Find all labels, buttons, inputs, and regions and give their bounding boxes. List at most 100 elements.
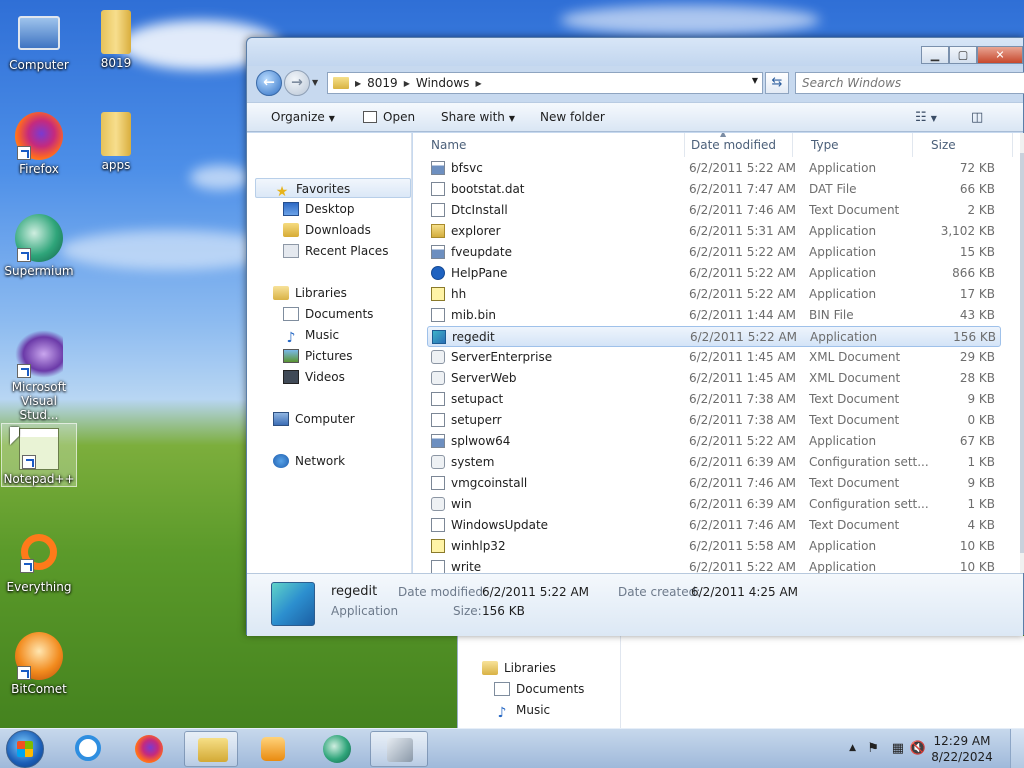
file-row[interactable]: ServerEnterprise 6/2/2011 1:45 AM XML Docu… — [427, 347, 1001, 368]
maximize-button[interactable]: ▢ — [949, 46, 977, 64]
show-hidden-icons-icon[interactable]: ▲ — [849, 743, 856, 753]
file-row[interactable]: winhlp32 6/2/2011 5:58 AM Application 10 KB — [427, 536, 1001, 557]
background-explorer-window[interactable]: Libraries Documents ♪ Music — [457, 636, 1024, 728]
taskbar-internet-explorer[interactable] — [62, 731, 116, 767]
file-row[interactable]: mib.bin 6/2/2011 1:44 AM BIN File 43 KB — [427, 305, 1001, 326]
desktop-icon-apps[interactable]: apps — [78, 112, 154, 172]
background-nav-libraries[interactable]: Libraries — [482, 661, 556, 675]
file-name: setuperr — [451, 413, 502, 427]
desktop-icon-visual-studio[interactable]: Microsoft Visual Stud... — [1, 330, 77, 422]
file-row[interactable]: hh 6/2/2011 5:22 AM Application 17 KB — [427, 284, 1001, 305]
refresh-button[interactable]: ⇆ — [765, 72, 789, 94]
file-row[interactable]: ServerWeb 6/2/2011 1:45 AM XML Document 28 … — [427, 368, 1001, 389]
desktop-icon-supermium[interactable]: Supermium — [1, 214, 77, 278]
column-header-type[interactable]: Type — [793, 133, 913, 157]
file-type: Application — [809, 161, 877, 175]
file-row[interactable]: setupact 6/2/2011 7:38 AM Text Document 9 K… — [427, 389, 1001, 410]
visual-studio-icon — [15, 330, 63, 378]
address-dropdown-icon[interactable]: ▼ — [752, 76, 758, 85]
desktop-icon-8019[interactable]: 8019 — [78, 10, 154, 70]
background-nav-music[interactable]: ♪ Music — [494, 703, 551, 720]
nav-downloads[interactable]: Downloads — [283, 220, 371, 240]
file-row[interactable]: HelpPane 6/2/2011 5:22 AM Application 866 K… — [427, 263, 1001, 284]
nav-computer[interactable]: Computer — [273, 409, 355, 429]
column-header-name[interactable]: Name — [413, 133, 685, 157]
taskbar-windows-explorer[interactable] — [184, 731, 238, 767]
search-input[interactable] — [796, 73, 1024, 93]
nav-music[interactable]: ♪ Music — [283, 325, 340, 345]
breadcrumb-chevron-icon[interactable]: ▶ — [475, 79, 481, 88]
new-folder-button[interactable]: New folder — [540, 110, 605, 124]
breadcrumb-8019[interactable]: 8019 — [367, 76, 398, 90]
file-row[interactable]: splwow64 6/2/2011 5:22 AM Application 67 KB — [427, 431, 1001, 452]
file-row[interactable]: bootstat.dat 6/2/2011 7:47 AM DAT File 66 K… — [427, 179, 1001, 200]
system-clock[interactable]: 12:29 AM 8/22/2024 — [930, 733, 994, 765]
share-with-button[interactable]: Share with ▼ — [441, 110, 515, 124]
nav-videos[interactable]: Videos — [283, 367, 345, 387]
title-bar[interactable]: ▁ ▢ ✕ — [247, 38, 1023, 66]
breadcrumb-chevron-icon[interactable]: ▶ — [404, 79, 410, 88]
forward-button[interactable]: → — [284, 70, 310, 96]
start-button[interactable] — [6, 730, 44, 768]
nav-documents[interactable]: Documents — [283, 304, 373, 324]
file-row[interactable]: vmgcoinstall 6/2/2011 7:46 AM Text Documen… — [427, 473, 1001, 494]
recent-pages-dropdown-icon[interactable]: ▼ — [312, 78, 318, 87]
desktop-icon-bitcomet[interactable]: BitComet — [1, 632, 77, 696]
taskbar-supermium[interactable] — [310, 731, 364, 767]
explorer-window[interactable]: ▁ ▢ ✕ ← → ▼ ▶ 8019 ▶ Windows ▶ ▼ ⇆ Organ… — [246, 37, 1024, 636]
file-type: Text Document — [809, 203, 900, 217]
action-center-flag-icon[interactable]: ⚑ — [867, 741, 879, 756]
file-row[interactable]: fveupdate 6/2/2011 5:22 AM Application 15 K… — [427, 242, 1001, 263]
show-desktop-button[interactable] — [1010, 729, 1024, 768]
nav-network[interactable]: Network — [273, 451, 345, 471]
cfg-file-icon — [431, 455, 445, 469]
close-button[interactable]: ✕ — [977, 46, 1023, 64]
cfg-file-icon — [431, 350, 445, 364]
nav-recent-places[interactable]: Recent Places — [283, 241, 388, 261]
breadcrumb-chevron-icon[interactable]: ▶ — [355, 79, 361, 88]
nav-libraries[interactable]: Libraries — [273, 283, 347, 303]
volume-muted-icon[interactable]: 🔇 — [910, 741, 926, 756]
scrollbar-thumb[interactable] — [1020, 153, 1024, 553]
network-tray-icon[interactable]: ▦ — [892, 741, 904, 756]
file-row[interactable]: win 6/2/2011 6:39 AM Configuration sett...… — [427, 494, 1001, 515]
file-row[interactable]: write 6/2/2011 5:22 AM Application 10 KB — [427, 557, 1001, 573]
open-button[interactable]: Open — [363, 110, 415, 124]
shortcut-arrow-icon — [22, 455, 36, 469]
file-row[interactable]: explorer 6/2/2011 5:31 AM Application 3,102… — [427, 221, 1001, 242]
minimize-button[interactable]: ▁ — [921, 46, 949, 64]
address-bar[interactable]: ▶ 8019 ▶ Windows ▶ ▼ — [327, 72, 763, 94]
file-row[interactable]: WindowsUpdate 6/2/2011 7:46 AM Text Docume… — [427, 515, 1001, 536]
vertical-scrollbar[interactable] — [1020, 133, 1024, 573]
column-header-size[interactable]: Size — [913, 133, 1013, 157]
nav-pictures[interactable]: Pictures — [283, 346, 353, 366]
file-size: 29 KB — [959, 350, 995, 364]
file-name: win — [451, 497, 472, 511]
taskbar-firefox[interactable] — [122, 731, 176, 767]
desktop-icon-computer[interactable]: Computer — [1, 10, 77, 72]
file-row[interactable]: regedit 6/2/2011 5:22 AM Application 156 KB — [427, 326, 1001, 347]
column-header-date-modified[interactable]: Date modified — [673, 133, 793, 157]
file-type: DAT File — [809, 182, 857, 196]
desktop-icon-everything[interactable]: Everything — [1, 530, 77, 594]
breadcrumb-windows[interactable]: Windows — [416, 76, 470, 90]
file-row[interactable]: bfsvc 6/2/2011 5:22 AM Application 72 KB — [427, 158, 1001, 179]
background-nav-documents[interactable]: Documents — [494, 682, 584, 696]
back-button[interactable]: ← — [256, 70, 282, 96]
file-list-pane[interactable]: ▲ Name Date modified Type Size bfsvc 6/2/… — [413, 133, 1024, 573]
search-box[interactable] — [795, 72, 1024, 94]
organize-button[interactable]: Organize ▼ — [271, 110, 335, 124]
file-row[interactable]: system 6/2/2011 6:39 AM Configuration sett… — [427, 452, 1001, 473]
file-row[interactable]: DtcInstall 6/2/2011 7:46 AM Text Document 2… — [427, 200, 1001, 221]
nav-desktop[interactable]: Desktop — [283, 199, 355, 219]
nav-favorites[interactable]: ★ Favorites — [255, 178, 411, 199]
file-row[interactable]: setuperr 6/2/2011 7:38 AM Text Document 0 K… — [427, 410, 1001, 431]
file-date-modified: 6/2/2011 5:22 AM — [689, 266, 797, 280]
change-view-button[interactable]: ☷ ▼ — [915, 110, 937, 125]
taskbar-media-player[interactable] — [246, 731, 300, 767]
taskbar-registry-editor[interactable] — [370, 731, 428, 767]
desktop-icon-firefox[interactable]: Firefox — [1, 112, 77, 176]
back-arrow-icon: ← — [263, 74, 275, 91]
file-size: 9 KB — [967, 392, 995, 406]
preview-pane-button[interactable]: ◫ — [971, 110, 983, 125]
